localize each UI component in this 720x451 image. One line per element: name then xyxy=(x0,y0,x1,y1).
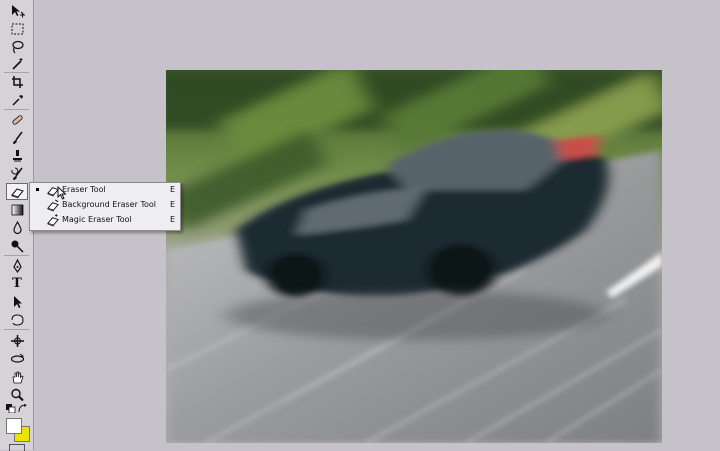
flyout-item-label: Magic Eraser Tool xyxy=(62,215,132,224)
flyout-item-label: Background Eraser Tool xyxy=(62,200,156,209)
pen-icon xyxy=(12,258,22,273)
marquee-tool[interactable] xyxy=(7,21,27,36)
lasso-icon xyxy=(11,40,24,53)
brush-icon xyxy=(12,131,23,144)
flyout-item-magic-eraser-tool[interactable]: Magic Eraser Tool E xyxy=(30,213,180,228)
flyout-item-shortcut: E xyxy=(170,215,176,224)
path-selection-tool[interactable] xyxy=(7,294,27,309)
gradient-tool[interactable] xyxy=(7,202,27,217)
swap-colors-icon[interactable] xyxy=(18,404,28,413)
move-tool[interactable] xyxy=(7,3,27,18)
eraser-icon xyxy=(10,187,24,198)
flyout-item-shortcut: E xyxy=(170,185,176,194)
magic-eraser-icon xyxy=(47,214,59,227)
magic-wand-icon xyxy=(11,57,22,70)
shape-icon xyxy=(11,313,24,326)
toolbox-separator xyxy=(4,109,29,110)
shape-tool[interactable] xyxy=(7,312,27,327)
clone-stamp-tool[interactable] xyxy=(7,148,27,163)
type-tool[interactable]: T xyxy=(7,276,27,291)
3d-rotate-tool[interactable] xyxy=(7,351,27,366)
type-icon: T xyxy=(12,275,22,291)
document-canvas-image[interactable] xyxy=(166,70,662,443)
background-eraser-icon xyxy=(47,199,59,212)
lasso-tool[interactable] xyxy=(7,39,27,54)
eraser-tool[interactable] xyxy=(6,183,28,200)
history-brush-tool[interactable] xyxy=(7,166,27,181)
pen-tool[interactable] xyxy=(7,258,27,273)
move-icon xyxy=(11,4,25,17)
notes-tool[interactable] xyxy=(7,333,27,348)
3d-rotate-icon xyxy=(10,353,24,363)
bandage-icon xyxy=(11,114,23,125)
crop-icon xyxy=(11,75,23,88)
eraser-tool-flyout-menu: Eraser Tool E Background Eraser Tool E M… xyxy=(29,182,181,231)
motion-blur-car-photo xyxy=(166,70,662,443)
hand-icon xyxy=(12,371,23,383)
default-colors-icon[interactable] xyxy=(6,404,16,413)
dodge-icon xyxy=(11,240,24,253)
zoom-icon xyxy=(10,388,24,401)
toolbox-separator xyxy=(4,72,29,73)
foreground-color-swatch[interactable] xyxy=(6,418,22,434)
brush-tool[interactable] xyxy=(7,130,27,145)
toolbox-separator xyxy=(4,329,29,330)
notes-icon xyxy=(10,334,24,347)
blur-tool[interactable] xyxy=(7,220,27,235)
selected-bullet-icon xyxy=(36,188,39,191)
hand-tool[interactable] xyxy=(7,369,27,384)
arrow-icon xyxy=(13,295,22,308)
dodge-tool[interactable] xyxy=(7,238,27,253)
history-brush-icon xyxy=(10,167,23,180)
eyedropper-tool[interactable] xyxy=(7,92,27,107)
zoom-tool[interactable] xyxy=(7,387,27,402)
stamp-icon xyxy=(12,149,22,161)
magic-wand-tool[interactable] xyxy=(7,56,27,71)
flyout-item-background-eraser-tool[interactable]: Background Eraser Tool E xyxy=(30,198,180,213)
flyout-item-eraser-tool[interactable]: Eraser Tool E xyxy=(30,183,180,198)
crop-tool[interactable] xyxy=(7,74,27,89)
gradient-icon xyxy=(11,204,23,215)
flyout-item-shortcut: E xyxy=(170,200,176,209)
mouse-cursor-icon xyxy=(57,186,67,200)
toolbox-separator xyxy=(4,255,29,256)
healing-brush-tool[interactable] xyxy=(7,112,27,127)
drop-icon xyxy=(12,220,22,234)
marquee-icon xyxy=(11,23,23,34)
flyout-item-label: Eraser Tool xyxy=(62,185,106,194)
eyedropper-icon xyxy=(11,94,23,106)
